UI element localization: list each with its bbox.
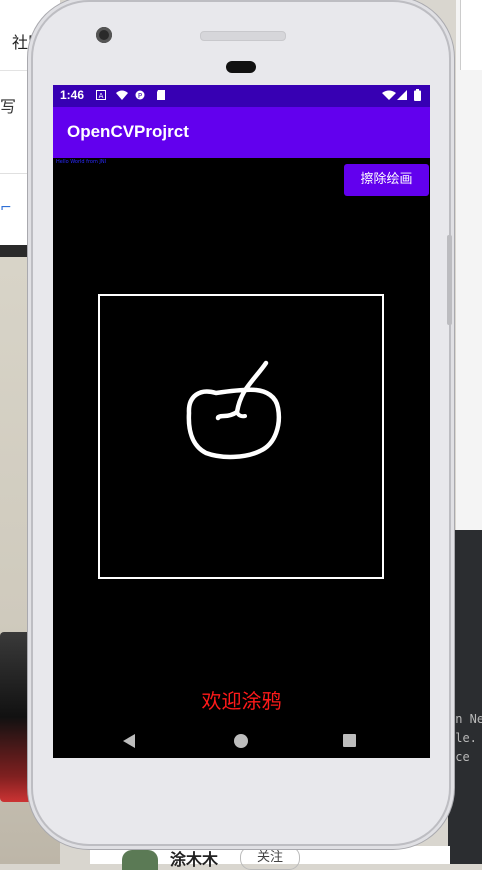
back-icon[interactable]	[123, 734, 135, 748]
follow-button[interactable]: 关注	[240, 846, 300, 870]
code-line: on Ne	[448, 712, 482, 726]
drawing-canvas[interactable]	[98, 294, 384, 579]
notification-a-icon: A	[96, 90, 106, 100]
author-name[interactable]: 涂木木	[170, 846, 218, 870]
phone-side-button	[447, 235, 452, 325]
battery-icon	[414, 89, 421, 101]
recents-icon[interactable]	[343, 734, 356, 747]
avatar[interactable]	[122, 850, 158, 870]
phone-screen: 1:46 A P OpenCVProjrct Hello World from …	[53, 85, 430, 758]
app-title: OpenCVProjrct	[67, 122, 189, 141]
front-camera-icon	[96, 27, 112, 43]
svg-text:A: A	[99, 92, 104, 100]
svg-text:P: P	[138, 92, 142, 100]
main-content: Hello World from JNI 擦除绘画 欢迎涂鸦	[53, 158, 430, 726]
erase-drawing-button[interactable]: 擦除绘画	[344, 164, 429, 196]
background-code-panel	[448, 530, 482, 864]
wifi-notification-icon	[116, 90, 128, 100]
background-right-top	[460, 0, 482, 70]
app-bar: OpenCVProjrct	[53, 107, 430, 158]
speaker-grille	[200, 31, 286, 41]
background-text: 写	[0, 97, 17, 116]
p-notification-icon: P	[135, 90, 145, 100]
code-line: ple.	[448, 731, 477, 745]
sd-card-icon	[157, 90, 165, 100]
status-bar: 1:46 A P	[53, 85, 430, 107]
background-right-panel	[456, 0, 482, 530]
welcome-text: 欢迎涂鸦	[201, 689, 282, 713]
background-code-text: on Ne ple. ice	[448, 710, 482, 767]
doodle-drawing	[186, 360, 281, 460]
wifi-icon	[382, 90, 396, 100]
navigation-bar	[53, 726, 430, 758]
status-time: 1:46	[60, 88, 85, 102]
earpiece	[226, 61, 256, 73]
signal-icon	[397, 90, 407, 100]
code-line: ice	[448, 750, 470, 764]
home-icon[interactable]	[234, 734, 248, 748]
background-link-icon: ⌐	[0, 200, 12, 216]
hello-label: Hello World from JNI	[56, 159, 107, 165]
